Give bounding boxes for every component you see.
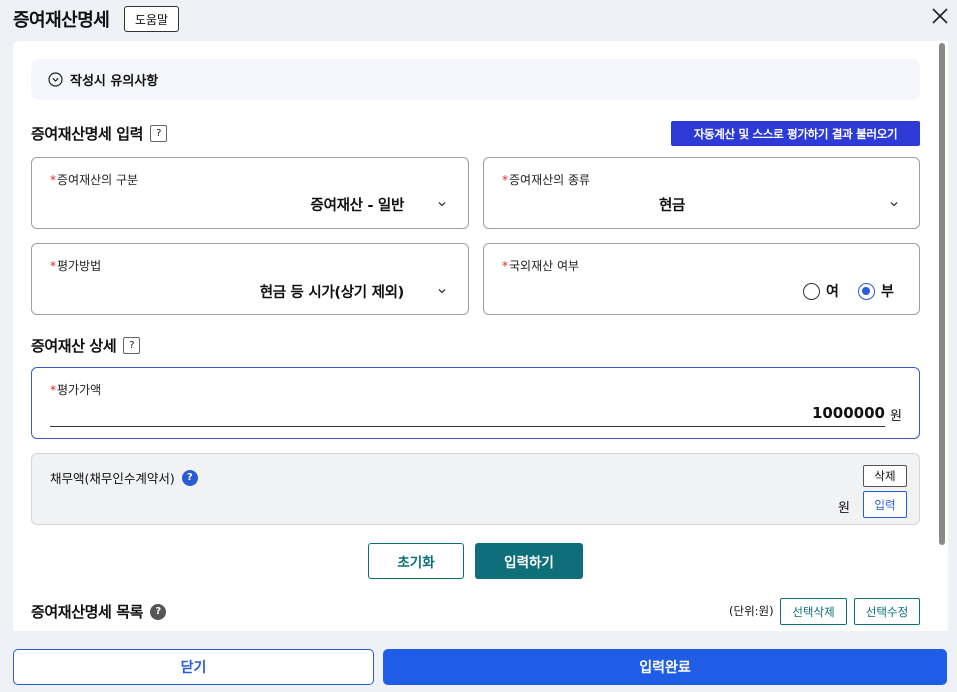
debt-delete-button[interactable]: 삭제 bbox=[863, 465, 907, 487]
amount-underline bbox=[50, 426, 885, 427]
submit-entry-button[interactable]: 입력하기 bbox=[475, 543, 583, 579]
detail-section-title-text: 증여재산 상세 bbox=[31, 337, 117, 355]
chevron-down-icon bbox=[438, 202, 446, 207]
scrollbar-thumb[interactable] bbox=[939, 43, 945, 545]
chevron-down-icon bbox=[438, 289, 446, 294]
chevron-down-icon bbox=[890, 202, 898, 207]
amount-unit: 원 bbox=[890, 409, 902, 424]
debt-label-text: 채무액(채무인수계약서) bbox=[50, 471, 175, 486]
category-label: *증여재산의 구분 bbox=[50, 171, 138, 188]
required-mark: * bbox=[50, 173, 56, 187]
radio-yes[interactable] bbox=[803, 282, 820, 300]
debt-unit: 원 bbox=[838, 501, 850, 516]
input-section-title-text: 증여재산명세 입력 bbox=[31, 125, 144, 143]
category-label-text: 증여재산의 구분 bbox=[57, 173, 139, 187]
foreign-yes-option[interactable]: 여 bbox=[803, 281, 839, 301]
close-button[interactable]: 닫기 bbox=[13, 649, 374, 685]
dialog-title: 증여재산명세 bbox=[13, 10, 110, 31]
input-section-title: 증여재산명세 입력 ? bbox=[31, 123, 168, 144]
content-panel: 작성시 유의사항 증여재산명세 입력 ? 자동계산 및 스스로 평가하기 결과 … bbox=[13, 41, 948, 631]
amount-value[interactable]: 1000000 bbox=[812, 404, 885, 422]
amount-label: *평가가액 bbox=[50, 381, 101, 398]
type-select[interactable]: *증여재산의 종류 현금 bbox=[483, 157, 920, 229]
type-label: *증여재산의 종류 bbox=[502, 171, 590, 188]
list-section-title-text: 증여재산명세 목록 bbox=[31, 603, 144, 621]
vertical-scrollbar[interactable] bbox=[936, 41, 948, 631]
radio-no[interactable] bbox=[858, 282, 875, 300]
foreign-label-text: 국외재산 여부 bbox=[509, 259, 580, 273]
type-label-text: 증여재산의 종류 bbox=[509, 173, 591, 187]
input-section-help-icon[interactable]: ? bbox=[150, 125, 168, 142]
radio-yes-label: 여 bbox=[826, 284, 839, 300]
required-mark: * bbox=[50, 383, 56, 397]
complete-button[interactable]: 입력완료 bbox=[383, 649, 947, 685]
foreign-asset-field: *국외재산 여부 여 부 bbox=[483, 243, 920, 315]
close-icon[interactable] bbox=[929, 5, 951, 27]
foreign-no-option[interactable]: 부 bbox=[858, 281, 894, 301]
debt-label: 채무액(채무인수계약서) ? bbox=[50, 468, 198, 487]
notice-label: 작성시 유의사항 bbox=[70, 74, 159, 89]
chevron-down-circle-icon bbox=[48, 72, 63, 87]
unit-note: (단위:원) bbox=[729, 604, 774, 618]
radio-no-label: 부 bbox=[881, 284, 894, 300]
foreign-label: *국외재산 여부 bbox=[502, 257, 579, 274]
auto-calc-load-button[interactable]: 자동계산 및 스스로 평가하기 결과 불러오기 bbox=[671, 121, 920, 146]
delete-selected-button[interactable]: 선택삭제 bbox=[780, 598, 847, 625]
amount-label-text: 평가가액 bbox=[57, 383, 102, 397]
help-button[interactable]: 도움말 bbox=[124, 6, 179, 32]
notice-accordion[interactable]: 작성시 유의사항 bbox=[31, 59, 920, 100]
required-mark: * bbox=[502, 173, 508, 187]
reset-button[interactable]: 초기화 bbox=[368, 543, 464, 579]
category-value: 증여재산 - 일반 bbox=[310, 198, 405, 214]
debt-field: 채무액(채무인수계약서) ? 삭제 원 입력 bbox=[31, 453, 920, 525]
debt-input-button[interactable]: 입력 bbox=[863, 491, 907, 518]
debt-help-icon[interactable]: ? bbox=[181, 469, 198, 486]
amount-input-field[interactable]: *평가가액 1000000 원 bbox=[31, 367, 920, 439]
detail-section-title: 증여재산 상세 ? bbox=[31, 335, 141, 356]
method-label: *평가방법 bbox=[50, 257, 101, 274]
method-select[interactable]: *평가방법 현금 등 시가(상기 제외) bbox=[31, 243, 469, 315]
list-section-help-icon[interactable]: ? bbox=[150, 603, 167, 620]
required-mark: * bbox=[502, 259, 508, 273]
edit-selected-button[interactable]: 선택수정 bbox=[854, 598, 920, 625]
type-value: 현금 bbox=[659, 198, 686, 214]
method-label-text: 평가방법 bbox=[57, 259, 102, 273]
detail-section-help-icon[interactable]: ? bbox=[123, 337, 141, 354]
required-mark: * bbox=[50, 259, 56, 273]
dialog-header: 증여재산명세 도움말 bbox=[0, 0, 957, 40]
list-section-title: 증여재산명세 목록 ? bbox=[31, 601, 167, 622]
category-select[interactable]: *증여재산의 구분 증여재산 - 일반 bbox=[31, 157, 469, 229]
method-value: 현금 등 시가(상기 제외) bbox=[259, 285, 405, 301]
